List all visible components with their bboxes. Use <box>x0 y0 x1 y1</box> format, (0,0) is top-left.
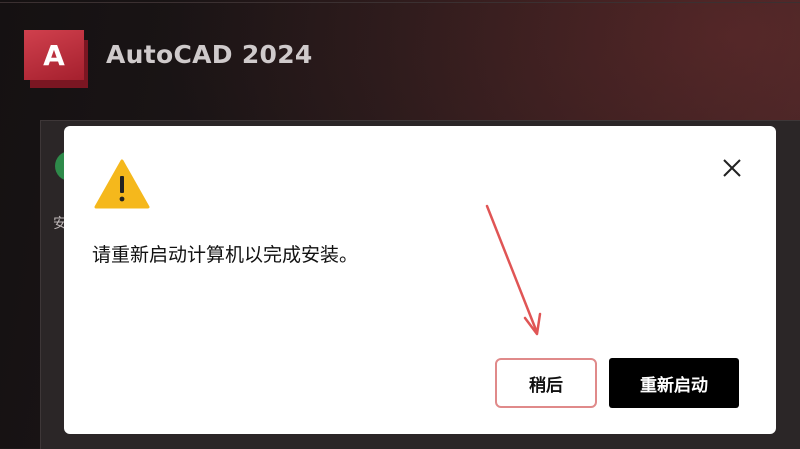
logo-letter: A <box>24 30 84 80</box>
app-title: AutoCAD 2024 <box>106 40 313 69</box>
later-button[interactable]: 稍后 <box>495 358 597 408</box>
dialog-message: 请重新启动计算机以完成安装。 <box>92 244 359 266</box>
restart-button[interactable]: 重新启动 <box>609 358 739 408</box>
close-button[interactable] <box>717 153 747 183</box>
autocad-logo: A <box>24 30 90 88</box>
top-divider <box>0 2 800 3</box>
close-icon <box>723 159 741 177</box>
warning-icon <box>94 158 150 210</box>
restart-dialog: 请重新启动计算机以完成安装。 稍后 重新启动 <box>64 126 776 434</box>
